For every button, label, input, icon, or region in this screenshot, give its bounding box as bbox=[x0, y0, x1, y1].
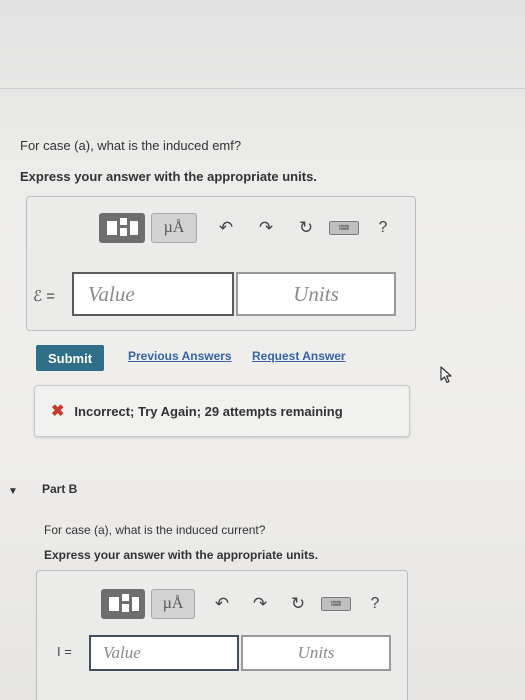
previous-answers-link[interactable]: Previous Answers bbox=[128, 349, 232, 363]
undo-icon[interactable]: ↶ bbox=[211, 213, 241, 243]
units-input[interactable]: Units bbox=[236, 272, 396, 316]
reset-icon[interactable]: ↻ bbox=[291, 213, 321, 243]
cursor-icon bbox=[440, 366, 452, 384]
current-symbol: I = bbox=[57, 644, 72, 659]
screen: For case (a), what is the induced emf? E… bbox=[0, 0, 525, 700]
reset-icon[interactable]: ↻ bbox=[283, 589, 313, 619]
units-button[interactable]: µÅ bbox=[151, 589, 195, 619]
divider bbox=[0, 88, 525, 89]
redo-icon[interactable]: ↷ bbox=[245, 589, 275, 619]
keyboard-icon[interactable]: ⌨ bbox=[329, 221, 359, 235]
redo-icon[interactable]: ↷ bbox=[251, 213, 281, 243]
value-input[interactable]: Value bbox=[72, 272, 234, 316]
emf-symbol: ℰ = bbox=[33, 288, 56, 305]
x-mark-icon: ✖ bbox=[51, 403, 65, 420]
part-a-question: For case (a), what is the induced emf? bbox=[20, 138, 242, 153]
collapse-caret-icon[interactable]: ▼ bbox=[8, 486, 18, 497]
submit-button[interactable]: Submit bbox=[36, 345, 104, 371]
feedback-banner: ✖ Incorrect; Try Again; 29 attempts rema… bbox=[34, 385, 410, 437]
request-answer-link[interactable]: Request Answer bbox=[252, 349, 346, 363]
part-b-answer-box: µÅ ↶ ↷ ↻ ⌨ ? I = Value Units bbox=[36, 570, 408, 700]
math-toolbar: µÅ ↶ ↷ ↻ ⌨ ? bbox=[99, 211, 409, 245]
units-button[interactable]: µÅ bbox=[151, 213, 197, 243]
part-a-answer-box: µÅ ↶ ↷ ↻ ⌨ ? ℰ = Value Units bbox=[26, 196, 416, 331]
undo-icon[interactable]: ↶ bbox=[207, 589, 237, 619]
feedback-message: Incorrect; Try Again; 29 attempts remain… bbox=[74, 403, 343, 419]
units-input[interactable]: Units bbox=[241, 635, 391, 671]
help-button[interactable]: ? bbox=[371, 213, 395, 243]
part-b-instruction: Express your answer with the appropriate… bbox=[44, 548, 319, 562]
math-toolbar: µÅ ↶ ↷ ↻ ⌨ ? bbox=[101, 587, 391, 621]
part-a-instruction: Express your answer with the appropriate… bbox=[20, 169, 317, 184]
value-input[interactable]: Value bbox=[89, 635, 239, 671]
part-b-question: For case (a), what is the induced curren… bbox=[44, 523, 266, 537]
templates-icon[interactable] bbox=[99, 213, 145, 243]
templates-icon[interactable] bbox=[101, 589, 145, 619]
help-button[interactable]: ? bbox=[363, 589, 387, 619]
part-b-title[interactable]: Part B bbox=[42, 482, 77, 496]
keyboard-icon[interactable]: ⌨ bbox=[321, 597, 351, 611]
